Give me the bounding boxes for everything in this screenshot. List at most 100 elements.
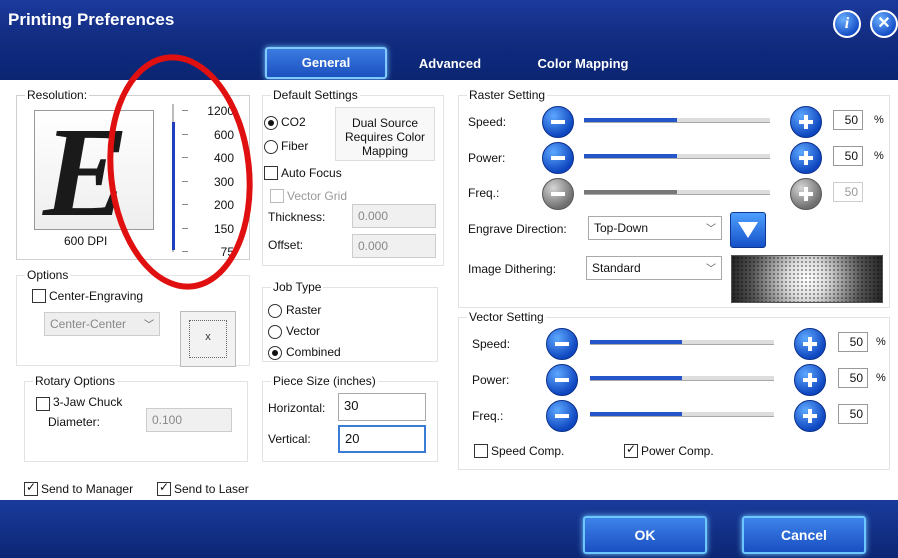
send-to-manager-label: Send to Manager — [41, 482, 134, 496]
vertical-label: Vertical: — [268, 432, 311, 446]
three-jaw-chuck-checkbox[interactable] — [36, 397, 50, 411]
vector-freq-slider[interactable] — [590, 412, 774, 417]
vector-radio-label: Vector — [286, 324, 321, 338]
raster-speed-slider[interactable] — [584, 118, 770, 123]
center-engraving-label: Center-Engraving — [49, 289, 144, 303]
power-comp-checkbox[interactable] — [624, 442, 638, 458]
fiber-radio[interactable] — [264, 140, 278, 154]
send-to-laser-checkbox[interactable] — [157, 480, 171, 496]
resolution-legend: Resolution: — [27, 88, 88, 102]
three-jaw-chuck-label: 3-Jaw Chuck — [53, 395, 123, 409]
ok-button[interactable]: OK — [583, 516, 707, 554]
raster-speed-value[interactable]: 50 — [833, 110, 863, 130]
engrave-direction-label: Engrave Direction: — [468, 222, 567, 236]
chevron-down-icon: ﹀ — [706, 264, 716, 275]
thickness-input[interactable]: 0.000 — [352, 204, 436, 228]
raster-freq-minus-icon[interactable] — [542, 178, 574, 210]
image-dithering-label: Image Dithering: — [468, 262, 557, 276]
raster-freq-slider[interactable] — [584, 190, 770, 195]
raster-power-slider[interactable] — [584, 154, 770, 159]
center-marker: x — [205, 331, 211, 343]
raster-radio-label: Raster — [286, 303, 322, 317]
vector-freq-label: Freq.: — [472, 409, 504, 423]
horizontal-input[interactable]: 30 — [338, 393, 426, 421]
send-to-laser-label: Send to Laser — [174, 482, 249, 496]
window-title: Printing Preferences — [8, 10, 175, 29]
tab-general[interactable]: General — [265, 47, 387, 79]
auto-focus-checkbox[interactable] — [264, 166, 278, 180]
vector-grid-label: Vector Grid — [287, 189, 348, 203]
offset-label: Offset: — [268, 238, 304, 252]
piece-size-legend: Piece Size (inches) — [273, 374, 376, 388]
vector-speed-plus-icon[interactable] — [794, 328, 826, 360]
image-dithering-value: Standard — [592, 261, 641, 275]
raster-freq-plus-icon[interactable] — [790, 178, 822, 210]
co2-label: CO2 — [281, 115, 306, 129]
arrow-down-icon — [738, 222, 758, 238]
speed-comp-label: Speed Comp. — [491, 444, 565, 458]
combined-radio-label: Combined — [286, 345, 341, 359]
center-engraving-checkbox[interactable] — [32, 289, 46, 303]
raster-speed-minus-icon[interactable] — [542, 106, 574, 138]
vector-speed-value[interactable]: 50 — [838, 332, 868, 352]
combined-radio[interactable] — [268, 346, 282, 360]
vector-grid-checkbox[interactable] — [270, 189, 284, 203]
vector-radio[interactable] — [268, 325, 282, 339]
raster-power-value[interactable]: 50 — [833, 146, 863, 166]
vector-power-unit: % — [876, 372, 886, 384]
vector-freq-minus-icon[interactable] — [546, 400, 578, 432]
center-position-value: Center-Center — [50, 317, 127, 331]
diameter-input[interactable]: 0.100 — [146, 408, 232, 432]
raster-power-label: Power: — [468, 151, 506, 165]
chevron-down-icon: ﹀ — [706, 224, 716, 235]
center-position-select[interactable]: Center-Center ﹀ — [44, 312, 160, 336]
raster-power-plus-icon[interactable] — [790, 142, 822, 174]
image-dithering-select[interactable]: Standard ﹀ — [586, 256, 722, 280]
rotary-legend: Rotary Options — [35, 374, 116, 388]
job-type-legend: Job Type — [273, 280, 322, 294]
vector-power-minus-icon[interactable] — [546, 364, 578, 396]
center-position-picker[interactable]: x — [180, 311, 236, 367]
raster-speed-label: Speed: — [468, 115, 507, 129]
raster-power-minus-icon[interactable] — [542, 142, 574, 174]
vector-freq-value[interactable]: 50 — [838, 404, 868, 424]
vector-speed-unit: % — [876, 336, 886, 348]
vector-freq-plus-icon[interactable] — [794, 400, 826, 432]
default-settings-legend: Default Settings — [273, 88, 358, 102]
vector-speed-label: Speed: — [472, 337, 511, 351]
horizontal-label: Horizontal: — [268, 401, 326, 415]
info-icon[interactable]: i — [833, 10, 861, 38]
vector-power-value[interactable]: 50 — [838, 368, 868, 388]
send-to-manager-checkbox[interactable] — [24, 480, 38, 496]
dual-source-note: Dual Source Requires Color Mapping — [335, 107, 435, 161]
raster-power-unit: % — [874, 150, 884, 162]
co2-radio[interactable] — [264, 116, 278, 130]
offset-input[interactable]: 0.000 — [352, 234, 436, 258]
vertical-input[interactable]: 20 — [338, 425, 426, 453]
tab-advanced[interactable]: Advanced — [412, 50, 488, 78]
vector-power-label: Power: — [472, 373, 510, 387]
power-comp-label: Power Comp. — [641, 444, 714, 458]
tab-color-mapping[interactable]: Color Mapping — [528, 50, 638, 78]
raster-speed-unit: % — [874, 114, 884, 126]
engrave-direction-value: Top-Down — [594, 221, 649, 235]
auto-focus-label: Auto Focus — [281, 166, 342, 180]
speed-comp-checkbox[interactable] — [474, 444, 488, 458]
raster-freq-label: Freq.: — [468, 186, 500, 200]
engrave-direction-select[interactable]: Top-Down ﹀ — [588, 216, 722, 240]
vector-power-plus-icon[interactable] — [794, 364, 826, 396]
chevron-down-icon: ﹀ — [144, 320, 154, 331]
thickness-label: Thickness: — [268, 210, 326, 224]
vector-power-slider[interactable] — [590, 376, 774, 381]
vector-speed-minus-icon[interactable] — [546, 328, 578, 360]
raster-freq-value[interactable]: 50 — [833, 182, 863, 202]
engrave-direction-button[interactable] — [730, 212, 766, 248]
cancel-button[interactable]: Cancel — [742, 516, 866, 554]
resolution-value: 600 DPI — [64, 234, 108, 248]
raster-radio[interactable] — [268, 304, 282, 318]
close-icon[interactable]: ✕ — [870, 10, 898, 38]
raster-legend: Raster Setting — [469, 88, 546, 102]
dither-preview — [731, 255, 883, 303]
raster-speed-plus-icon[interactable] — [790, 106, 822, 138]
vector-speed-slider[interactable] — [590, 340, 774, 345]
